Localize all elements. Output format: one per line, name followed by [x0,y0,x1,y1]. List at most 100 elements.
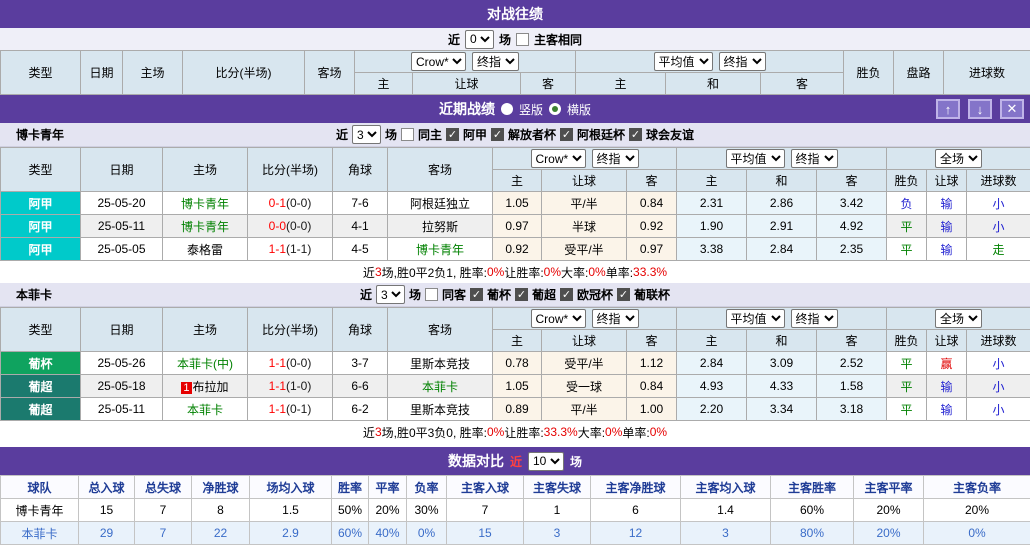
compare-cell: 20% [368,498,407,522]
summary-text: 让胜率: [504,425,544,440]
h2h-filter-row: 近 0 场 主客相同 [0,28,1030,50]
scope-select[interactable]: 全场 [935,149,983,168]
h2h-col-result: 胜负 [843,50,895,95]
home-team-link[interactable]: 泰格雷 [187,243,223,257]
h2h-avg-stage-select[interactable]: 终指 [718,52,766,71]
subcol-away-odds: 客 [626,329,677,352]
result: 平 [886,214,928,238]
avg-draw-odds: 2.86 [746,191,817,215]
h2h-odds-stage-select[interactable]: 终指 [472,52,519,71]
odds-stage-select[interactable]: 终指 [591,149,639,168]
home-team-link[interactable]: 布拉加 [193,380,229,394]
avg-away-odds: 4.92 [815,214,888,238]
close-button[interactable]: ✕ [1000,99,1024,119]
league-badge: 阿甲 [0,237,81,261]
league-checkbox-2[interactable] [560,288,574,301]
same-away-checkbox[interactable] [424,288,438,301]
scope-select[interactable]: 全场 [935,309,983,328]
corners: 3-7 [332,351,388,375]
league-checkbox-3[interactable] [629,128,643,141]
corners: 4-5 [332,237,388,261]
h2h-matches-select[interactable]: 0 [464,29,494,49]
compare-cell: 0% [923,521,1030,545]
home-team-link[interactable]: 博卡青年 [181,197,229,211]
result: 平 [886,374,928,398]
h2h-avg-company-select[interactable]: 平均值 [653,52,713,71]
home-team-cell: 泰格雷 [162,237,248,261]
odds-company-select[interactable]: Crow* [530,309,586,328]
away-team-link[interactable]: 本菲卡 [422,380,458,394]
compare-header-bar: 数据对比 近 10 场 [0,447,1030,475]
odds-stage-select[interactable]: 终指 [591,309,639,328]
compare-col-ha-avg-goals: 主客均入球 [680,475,771,499]
subcol-goals: 进球数 [966,329,1030,352]
away-team-link[interactable]: 博卡青年 [416,243,464,257]
fulltime-score: 1-1 [268,402,286,416]
summary-text: 大率: [577,425,606,440]
avg-stage-select[interactable]: 终指 [790,309,838,328]
h2h-col-goals: 进球数 [943,50,1030,95]
move-down-button[interactable]: ↓ [968,99,992,119]
halftime-score: (1-1) [286,242,312,256]
handicap: 平/半 [541,397,627,421]
h2h-subcol-handicap: 让球 [412,72,521,95]
away-odds: 0.84 [626,374,677,398]
move-up-button[interactable]: ↑ [936,99,960,119]
away-team-link[interactable]: 里斯本竞技 [410,403,470,417]
avg-stage-select[interactable]: 终指 [790,149,838,168]
away-team-cell: 本菲卡 [387,374,493,398]
avg-away-odds: 2.35 [815,237,888,261]
team-benfica-section-row: 本菲卡 近 3 场 同客 葡杯 葡超 欧冠杯 葡联杯 [0,283,1030,307]
horizontal-layout-radio[interactable] [549,103,561,115]
league-checkbox-0[interactable] [445,128,459,141]
h2h-subcol-avg-draw: 和 [665,72,761,95]
score-cell: 1-1(1-1) [247,237,333,261]
recent-header-bar: 近期战绩 竖版 横版 ↑ ↓ ✕ [0,95,1030,123]
h2h-subcol-avg-home: 主 [575,72,666,95]
compare-col-loss-rate: 负率 [406,475,447,499]
h2h-odds-company-select[interactable]: Crow* [411,52,466,71]
home-team-link[interactable]: 本菲卡 [187,403,223,417]
away-team-link[interactable]: 拉努斯 [422,220,458,234]
odds-group: Crow* 终指 [492,147,677,170]
vertical-layout-radio[interactable] [500,103,513,115]
compare-cell: 8 [191,498,250,522]
summary-value: 0% [588,265,606,279]
home-odds: 0.97 [492,214,542,238]
league-checkbox-1[interactable] [515,288,528,301]
home-odds: 1.05 [492,374,542,398]
avg-home-odds: 4.93 [676,374,747,398]
fulltime-score: 0-1 [268,196,286,210]
league-label-2: 欧冠杯 [577,288,614,302]
scope-group: 全场 [886,307,1030,330]
home-team-link[interactable]: 博卡青年 [181,220,229,234]
home-team-link[interactable]: 本菲卡(中) [177,357,233,371]
handicap-result: 输 [926,374,968,398]
team-boca-matches-select[interactable]: 3 [351,125,381,144]
league-checkbox-1[interactable] [491,128,504,141]
subcol-home-odds: 主 [492,169,542,192]
away-team-link[interactable]: 里斯本竞技 [410,357,470,371]
subcol-avg-away: 客 [815,169,888,192]
avg-company-select[interactable]: 平均值 [725,309,785,328]
league-checkbox-3[interactable] [617,288,631,301]
avg-company-select[interactable]: 平均值 [725,149,785,168]
compare-matches-select[interactable]: 10 [528,451,564,471]
league-checkbox-0[interactable] [469,288,483,301]
h2h-subcol-avg-away: 客 [759,72,845,95]
subcol-avg-draw: 和 [746,329,817,352]
compare-row-benfica: 本菲卡 29 7 22 2.9 60% 40% 0% 15 3 12 3 80%… [0,521,1030,545]
same-home-checkbox[interactable] [400,128,414,141]
odds-company-select[interactable]: Crow* [530,149,586,168]
h2h-col-score: 比分(半场) [182,50,305,95]
league-checkbox-2[interactable] [560,128,574,141]
compare-cell: 20% [853,521,924,545]
away-team-link[interactable]: 阿根廷独立 [410,197,470,211]
same-homeaway-checkbox[interactable] [516,32,529,46]
team-benfica-name: 本菲卡 [16,288,53,302]
table-row: 阿甲 25-05-05 泰格雷 1-1(1-1) 4-5 博卡青年 0.92 受… [0,237,1030,261]
compare-cell: 1.5 [249,498,332,522]
subcol-avg-away: 客 [815,329,888,352]
team-benfica-matches-select[interactable]: 3 [375,285,405,304]
goals-result: 小 [966,191,1030,215]
